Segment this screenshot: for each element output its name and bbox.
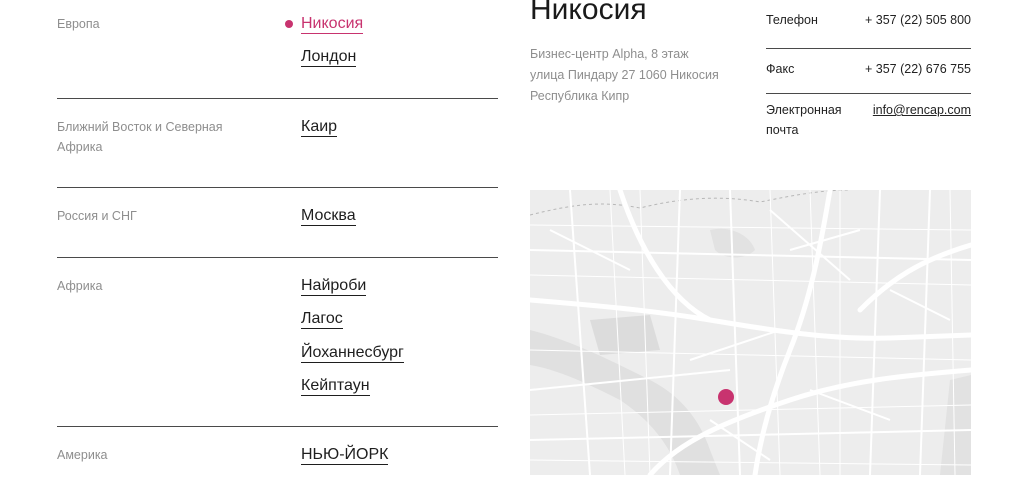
city-link-nairobi[interactable]: Найроби [301,276,404,309]
fax-value: + 357 (22) 676 755 [865,62,971,76]
region-name: Россия и СНГ [57,209,137,223]
city-link-cape-town[interactable]: Кейптаун [301,376,404,409]
city-link-london[interactable]: Лондон [301,47,363,80]
office-title: Никосия [530,0,647,26]
office-map[interactable] [530,190,971,475]
email-label: Электронная почта [766,103,842,137]
city-list: Найроби Лагос Йоханнесбург Кейптаун [301,276,404,409]
regions-list: Европа Никосия Лондон Ближний Восток и С… [57,0,498,487]
city-list: НЬЮ-ЙОРК [301,445,389,478]
region-name: Америка [57,448,108,462]
city-list: Никосия Лондон [285,14,364,81]
region-europe: Европа Никосия Лондон [57,0,498,99]
city-link-cairo[interactable]: Каир [301,117,338,150]
address-line: Республика Кипр [530,89,630,103]
contact-row-phone: Телефон + 357 (22) 505 800 [766,0,971,49]
region-name: Европа [57,17,100,31]
region-name: Африка [57,279,103,293]
city-link-moscow[interactable]: Москва [301,206,356,239]
email-link[interactable]: info@rencap.com [873,100,971,120]
region-middle-east: Ближний Восток и Северная Африка Каир [57,99,498,188]
office-address: Бизнес-центр Alpha, 8 этаж улица Пиндару… [530,44,719,107]
contact-row-email: Электронная почта info@rencap.com [766,94,971,144]
address-line: Бизнес-центр Alpha, 8 этаж [530,47,689,61]
location-marker-icon[interactable] [718,389,734,405]
phone-value[interactable]: + 357 (22) 505 800 [865,10,971,30]
contacts-table: Телефон + 357 (22) 505 800 Факс + 357 (2… [766,0,971,144]
city-link-lagos[interactable]: Лагос [301,309,404,342]
region-america: Америка НЬЮ-ЙОРК [57,427,498,487]
map-streets [530,190,971,475]
fax-label: Факс [766,62,795,76]
address-line: улица Пиндару 27 1060 Никосия [530,68,719,82]
phone-label: Телефон [766,13,818,27]
region-africa: Африка Найроби Лагос Йоханнесбург Кейпта… [57,258,498,427]
contact-row-fax: Факс + 357 (22) 676 755 [766,49,971,94]
city-link-new-york[interactable]: НЬЮ-ЙОРК [301,445,389,478]
city-list: Каир [301,117,338,150]
region-russia-cis: Россия и СНГ Москва [57,188,498,258]
active-city-dot-icon [285,20,293,28]
city-link-johannesburg[interactable]: Йоханнесбург [301,343,404,376]
region-name: Ближний Восток и Северная Африка [57,120,223,154]
city-list: Москва [301,206,356,239]
city-link-nicosia[interactable]: Никосия [285,14,364,47]
